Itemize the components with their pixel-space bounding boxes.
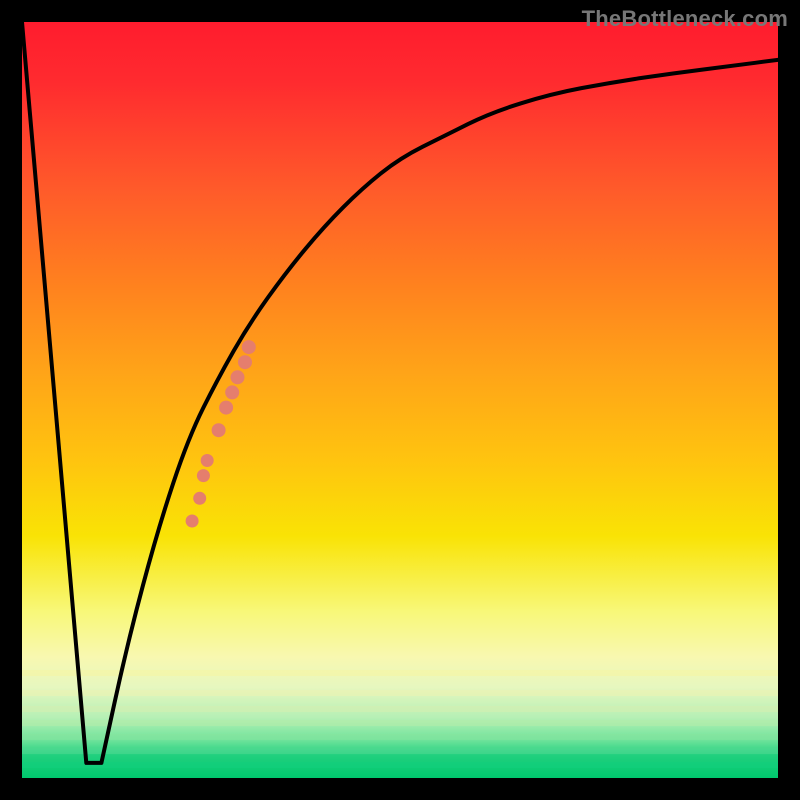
highlight-dot (193, 492, 206, 505)
highlight-markers (186, 340, 256, 527)
watermark: TheBottleneck.com (582, 6, 788, 32)
highlight-dot (225, 385, 239, 399)
curve-path (22, 22, 778, 763)
curve-group (22, 22, 778, 763)
highlight-dot (238, 355, 252, 369)
highlight-dot (212, 423, 226, 437)
bottleneck-curve (22, 22, 778, 778)
highlight-dot (219, 401, 233, 415)
highlight-dot (242, 340, 256, 354)
highlight-dot (231, 370, 245, 384)
highlight-dot (197, 469, 210, 482)
chart-frame: TheBottleneck.com (0, 0, 800, 800)
highlight-dot (201, 454, 214, 467)
highlight-dot (186, 515, 199, 528)
